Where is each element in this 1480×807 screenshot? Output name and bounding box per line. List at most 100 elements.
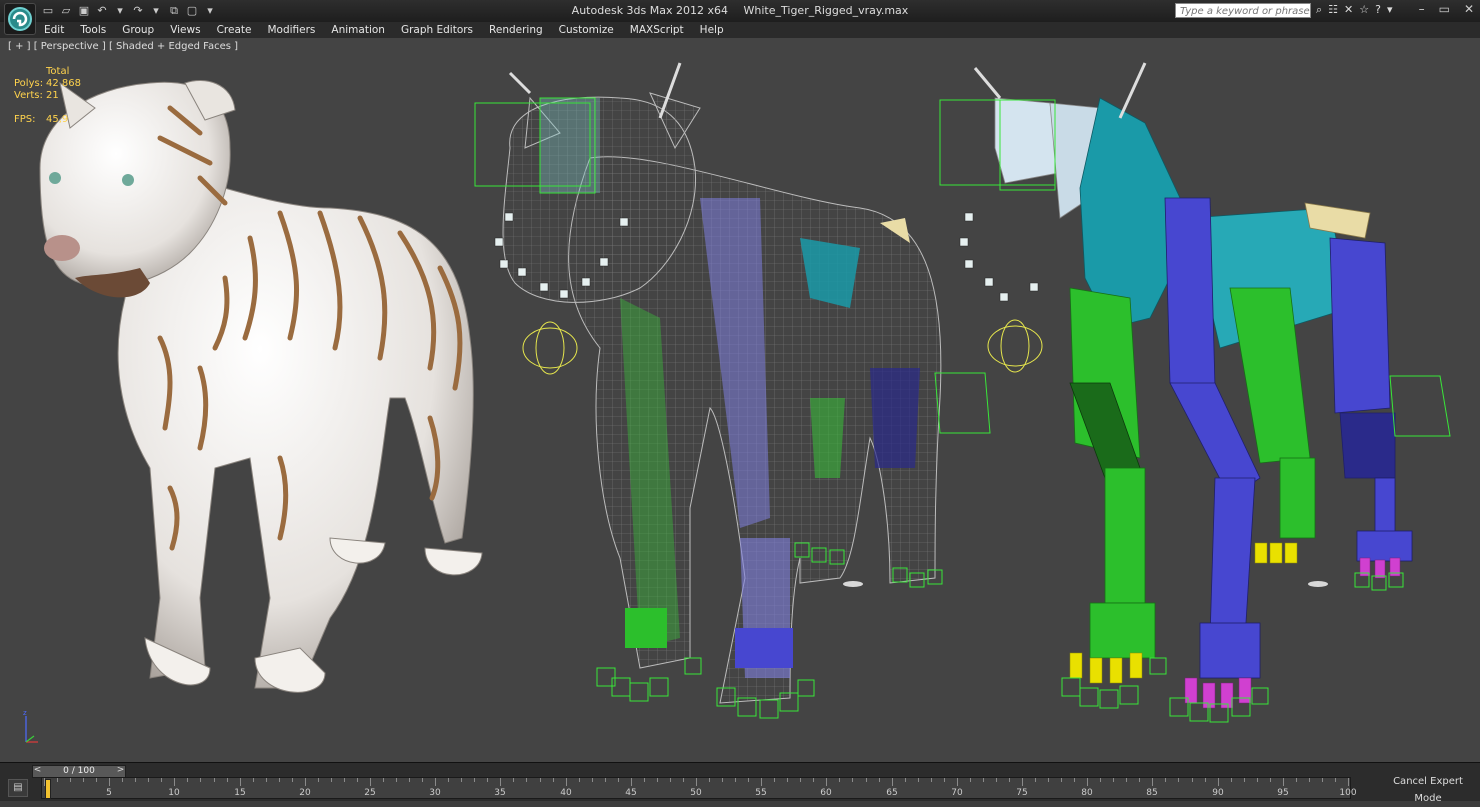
timeline-tick [709,778,710,782]
search-input[interactable]: Type a keyword or phrase [1175,3,1311,18]
timeline-tick [1244,778,1245,782]
timeline-tick [1009,778,1010,782]
timeline-tick [605,778,606,782]
timeline-tick [1061,778,1062,782]
timeline-track[interactable]: 5 10 15 20 25 30 35 40 45 50 55 60 65 70 75 80 85 90 95 100 [41,777,1357,799]
menu-maxscript[interactable]: MAXScript [622,23,692,37]
axis-tripod-icon: z [23,710,38,743]
next-frame-button[interactable]: > [116,765,125,776]
title-bar: ▭ ▱ ▣ ↶ ▾ ↷ ▾ ⧉ ▢ ▾ Autodesk 3ds Max 201… [0,0,1480,35]
timeline-bar: < 0 / 100 > ▤ 5 10 15 20 25 30 35 40 45 50 55 60 65 7… [0,762,1480,804]
timeline-tick [905,778,906,782]
menu-views[interactable]: Views [162,23,208,37]
timeline-tick [1257,778,1258,782]
help-dropdown-icon[interactable]: ▾ [1387,3,1393,17]
minimize-icon[interactable]: – [1419,2,1425,16]
timeline-tick [383,778,384,782]
svg-text:z: z [23,710,27,717]
timeline-tick [657,778,658,782]
mini-curve-editor-icon[interactable]: ▤ [8,779,28,797]
timeline-tick [1048,778,1049,782]
menu-graph-editors[interactable]: Graph Editors [393,23,481,37]
timeline-tick [253,778,254,782]
timeline-tick [1165,778,1166,782]
stats-total-label: Total [46,66,70,77]
timeline-tick [852,778,853,782]
timeline-tick [174,778,175,786]
timeline-tick [1335,778,1336,782]
timeline-tick [1218,778,1219,786]
timeline-frame-label: 80 [1081,788,1093,798]
menu-modifiers[interactable]: Modifiers [259,23,323,37]
perspective-viewport[interactable]: [ + ] [ Perspective ] [ Shaded + Edged F… [0,38,1480,762]
timeline-tick [553,778,554,782]
timeline-tick [70,778,71,782]
binoculars-icon[interactable]: ⌕ [1316,3,1322,17]
statistics-overlay: Total Polys: 42 868 Verts: 21 FPS: 45,9 [14,66,81,126]
verts-label: Verts: [14,90,43,101]
app-logo-button[interactable] [4,3,36,35]
timeline-tick [500,778,501,786]
timeline-tick [161,778,162,782]
timeline-tick [996,778,997,782]
menu-edit[interactable]: Edit [36,23,72,37]
timeline-tick [1296,778,1297,782]
favorites-star-icon[interactable]: ☆ [1359,3,1369,17]
timeline-tick [1270,778,1271,782]
help-icon[interactable]: ? [1375,3,1381,17]
polys-label: Polys: [14,78,44,89]
prev-frame-button[interactable]: < [33,765,42,776]
timeline-tick [722,778,723,782]
close-icon[interactable]: ✕ [1464,2,1474,16]
menu-group[interactable]: Group [114,23,162,37]
maximize-icon[interactable]: ▭ [1439,2,1450,16]
subscription-icon[interactable]: ☷ [1328,3,1338,17]
timeline-tick [344,778,345,782]
timeline-tick [761,778,762,786]
timeline-frame-label: 75 [1016,788,1028,798]
timeline-tick [892,778,893,786]
timeline-tick [83,778,84,782]
timeline-tick [148,778,149,782]
timeline-tick [292,778,293,782]
timeline-tick [422,778,423,782]
timeline-tick [618,778,619,782]
timeline-tick [461,778,462,782]
timeline-tick [396,778,397,782]
menu-tools[interactable]: Tools [72,23,114,37]
timeline-tick [487,778,488,782]
timeline-frame-label: 50 [690,788,702,798]
menu-help[interactable]: Help [692,23,732,37]
timeline-frame-label: 85 [1146,788,1158,798]
menu-animation[interactable]: Animation [323,23,393,37]
menu-create[interactable]: Create [209,23,260,37]
communication-center-icon[interactable]: ✕ [1344,3,1353,17]
timeline-tick [826,778,827,786]
timeline-tick [1100,778,1101,782]
timeline-frame-label: 25 [364,788,376,798]
timeline-tick [918,778,919,782]
timeline-tick [474,778,475,782]
timeline-tick [1152,778,1153,786]
timeline-tick [540,778,541,782]
timeline-playhead[interactable] [45,779,51,799]
timeline-tick [409,778,410,782]
timeline-tick [970,778,971,782]
timeline-frame-label: 15 [234,788,246,798]
timeline-tick [227,778,228,782]
cancel-expert-mode-button[interactable]: Cancel Expert Mode [1383,773,1473,804]
timeline-tick [357,778,358,782]
menu-customize[interactable]: Customize [551,23,622,37]
menu-rendering[interactable]: Rendering [481,23,551,37]
scene-render [39,62,1451,723]
timeline-frame-label: 45 [625,788,637,798]
timeline-frame-label: 35 [494,788,506,798]
timeline-tick [122,778,123,782]
app-title: Autodesk 3ds Max 2012 x64 [571,4,729,17]
timeline-tick [944,778,945,782]
timeline-tick [513,778,514,782]
timeline-tick [579,778,580,782]
timeline-tick [1022,778,1023,786]
timeline-tick [1087,778,1088,786]
timeline-tick [1126,778,1127,782]
